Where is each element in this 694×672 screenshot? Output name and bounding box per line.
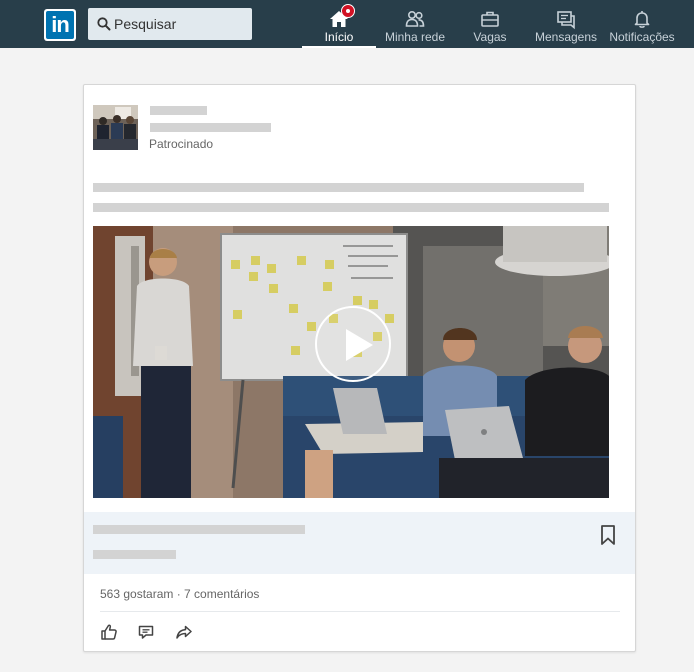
video-player[interactable] [93,226,609,498]
advertiser-avatar[interactable] [93,105,138,150]
people-icon [405,10,425,27]
link-title-placeholder [93,525,305,534]
search-icon [97,17,111,31]
search-input[interactable] [114,8,244,40]
post-text-line-placeholder [93,203,609,212]
advertiser-name-placeholder [150,106,207,115]
linkedin-logo[interactable]: in [44,9,76,41]
notification-badge [341,4,355,18]
briefcase-icon [481,11,499,27]
nav-item-messages[interactable]: Mensagens [530,0,602,48]
post-text-line-placeholder [93,183,584,192]
link-preview[interactable] [84,512,635,574]
nav-item-label: Início [324,30,354,44]
like-icon[interactable] [100,623,118,641]
search-box[interactable] [88,8,252,40]
sponsored-label: Patrocinado [149,137,214,151]
nav-item-my-network[interactable]: Minha rede [378,0,452,48]
nav-item-jobs[interactable]: Vagas [454,0,526,48]
bookmark-icon[interactable] [599,524,617,546]
divider [100,611,620,612]
advertiser-followers-placeholder [150,123,271,132]
nav-item-home[interactable]: Início [302,0,376,48]
bell-icon [634,11,650,28]
nav-item-label: Notificações [609,30,675,44]
social-counts[interactable]: 563 gostaram · 7 comentários [100,587,259,601]
nav-item-label: Minha rede [384,30,446,44]
messages-icon [557,11,575,30]
top-navigation-bar: in Início Minha rede Vagas [0,0,694,48]
nav-item-label: Vagas [473,30,507,44]
play-button[interactable] [315,306,391,382]
sponsored-post-card: Patrocinado 563 gostaram · 7 comentários [83,84,636,652]
linkedin-logo-text: in [46,11,74,39]
nav-item-notifications[interactable]: Notificações [606,0,678,48]
nav-item-label: Mensagens [534,30,598,44]
link-domain-placeholder [93,550,176,559]
share-icon[interactable] [175,623,193,641]
play-icon [346,329,373,361]
advertiser-photo [93,105,138,150]
comment-icon[interactable] [137,623,155,641]
